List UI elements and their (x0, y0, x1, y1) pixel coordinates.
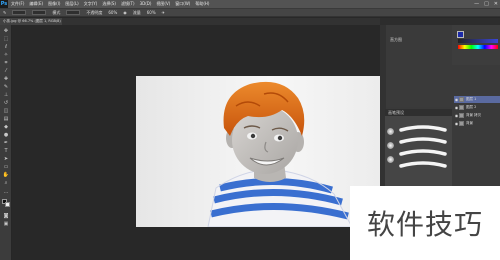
layers-panel (452, 65, 500, 195)
menu-layer[interactable]: 图层(L) (65, 0, 78, 8)
opacity-value[interactable]: 60% (108, 10, 117, 15)
layer-thumbnail (459, 97, 464, 102)
watermark: 软件技巧 (350, 186, 500, 260)
brush-preset-picker[interactable] (12, 10, 27, 15)
brush-preset-dot[interactable] (387, 142, 394, 149)
eraser-tool-icon[interactable]: ◫ (2, 108, 10, 114)
brush-stroke-previews[interactable] (397, 122, 449, 182)
background-color-swatch[interactable] (5, 202, 10, 207)
menu-type[interactable]: 文字(Y) (84, 0, 98, 8)
brush-presets-tab[interactable]: 画笔预设 (385, 109, 452, 116)
lasso-tool-icon[interactable]: ℓ (2, 44, 10, 50)
document-canvas[interactable] (136, 76, 380, 227)
pressure-icon[interactable]: ◉ (123, 10, 127, 15)
flow-value[interactable]: 60% (147, 10, 156, 15)
boy-photo (207, 81, 353, 227)
marquee-tool-icon[interactable]: ⬚ (2, 36, 10, 42)
minimize-icon[interactable]: — (474, 0, 479, 8)
histogram-label: 直方图 (390, 37, 402, 42)
menu-edit[interactable]: 编辑(E) (29, 0, 43, 8)
layer-row[interactable]: ◉ 背景 (454, 120, 500, 127)
layer-name: 背景 (466, 121, 473, 125)
quick-select-tool-icon[interactable]: ✧ (2, 52, 10, 58)
menu-window[interactable]: 窗口(W) (175, 0, 190, 8)
eyedropper-tool-icon[interactable]: ⁄ (2, 68, 10, 74)
layer-name: 背景 拷贝 (466, 113, 482, 117)
move-tool-icon[interactable]: ✥ (2, 28, 10, 34)
mode-label: 模式 (52, 9, 61, 15)
document-tab-bar: 小孩.jpg @ 66.7% (图层 1, RGB/8) (0, 18, 380, 25)
shape-tool-icon[interactable]: ▭ (2, 164, 10, 170)
maximize-icon[interactable]: □ (484, 0, 489, 8)
color-foreground-swatch[interactable] (457, 31, 464, 38)
layer-thumbnail (459, 105, 464, 110)
type-tool-icon[interactable]: T (2, 148, 10, 154)
menu-3d[interactable]: 3D(D) (140, 0, 152, 8)
document-tab[interactable]: 小孩.jpg @ 66.7% (图层 1, RGB/8) (0, 18, 62, 25)
color-slider[interactable] (458, 39, 498, 43)
quick-mask-icon[interactable]: ◙ (2, 213, 10, 219)
flow-label: 流量 (132, 9, 141, 15)
mode-select[interactable] (66, 10, 81, 15)
window-controls: — □ ✕ (474, 0, 498, 8)
history-brush-tool-icon[interactable]: ↺ (2, 100, 10, 106)
menu-image[interactable]: 图像(I) (48, 0, 60, 8)
menu-select[interactable]: 选择(S) (102, 0, 116, 8)
options-bar: ✎ 模式 不透明度 60% ◉ 流量 60% ✈ (0, 8, 500, 17)
menu-view[interactable]: 视图(V) (156, 0, 170, 8)
airbrush-icon[interactable]: ✈ (162, 10, 165, 15)
layer-row[interactable]: ◉ 背景 拷贝 (454, 112, 500, 119)
healing-tool-icon[interactable]: ✚ (2, 76, 10, 82)
crop-tool-icon[interactable]: ⌗ (2, 60, 10, 66)
brush-size-box[interactable] (32, 10, 47, 15)
menu-filter[interactable]: 滤镜(T) (121, 0, 135, 8)
photoshop-logo: Ps (0, 0, 8, 8)
pen-tool-icon[interactable]: ✒ (2, 140, 10, 146)
gradient-tool-icon[interactable]: ▤ (2, 116, 10, 122)
path-select-tool-icon[interactable]: ➤ (2, 156, 10, 162)
color-spectrum-bar[interactable] (458, 45, 498, 49)
brush-preset-dot[interactable] (387, 156, 394, 163)
clone-stamp-tool-icon[interactable]: ⊥ (2, 92, 10, 98)
close-icon[interactable]: ✕ (494, 0, 498, 8)
dock-header (380, 18, 500, 25)
menu-bar: Ps 文件(F) 编辑(E) 图像(I) 图层(L) 文字(Y) 选择(S) 滤… (0, 0, 500, 8)
layer-row[interactable]: ◉ 图层 2 (454, 104, 500, 111)
opacity-label: 不透明度 (86, 9, 103, 15)
blur-tool-icon[interactable]: ◆ (2, 124, 10, 130)
zoom-tool-icon[interactable]: ⌕ (2, 180, 10, 186)
hand-tool-icon[interactable]: ✋ (2, 172, 10, 178)
dodge-tool-icon[interactable]: ● (2, 132, 10, 138)
layer-name: 图层 2 (466, 105, 477, 109)
menu-file[interactable]: 文件(F) (11, 0, 24, 8)
tools-panel: ✥ ⬚ ℓ ✧ ⌗ ⁄ ✚ ✎ ⊥ ↺ ◫ ▤ ◆ ● ✒ T ➤ ▭ ✋ ⌕ … (0, 25, 12, 260)
layer-thumbnail (459, 113, 464, 118)
screen-mode-icon[interactable]: ▣ (2, 221, 10, 227)
layer-thumbnail (459, 121, 464, 126)
brush-tool-icon[interactable]: ✎ (3, 10, 6, 15)
layer-row[interactable]: ◉ 图层 1 (454, 96, 500, 103)
menu-help[interactable]: 帮助(H) (195, 0, 209, 8)
brush-preset-dot[interactable] (387, 128, 394, 135)
brush-presets-panel (385, 116, 452, 186)
more-tools-icon[interactable]: … (2, 189, 10, 195)
layer-name: 图层 1 (466, 97, 477, 101)
brush-tool-icon[interactable]: ✎ (2, 84, 10, 90)
